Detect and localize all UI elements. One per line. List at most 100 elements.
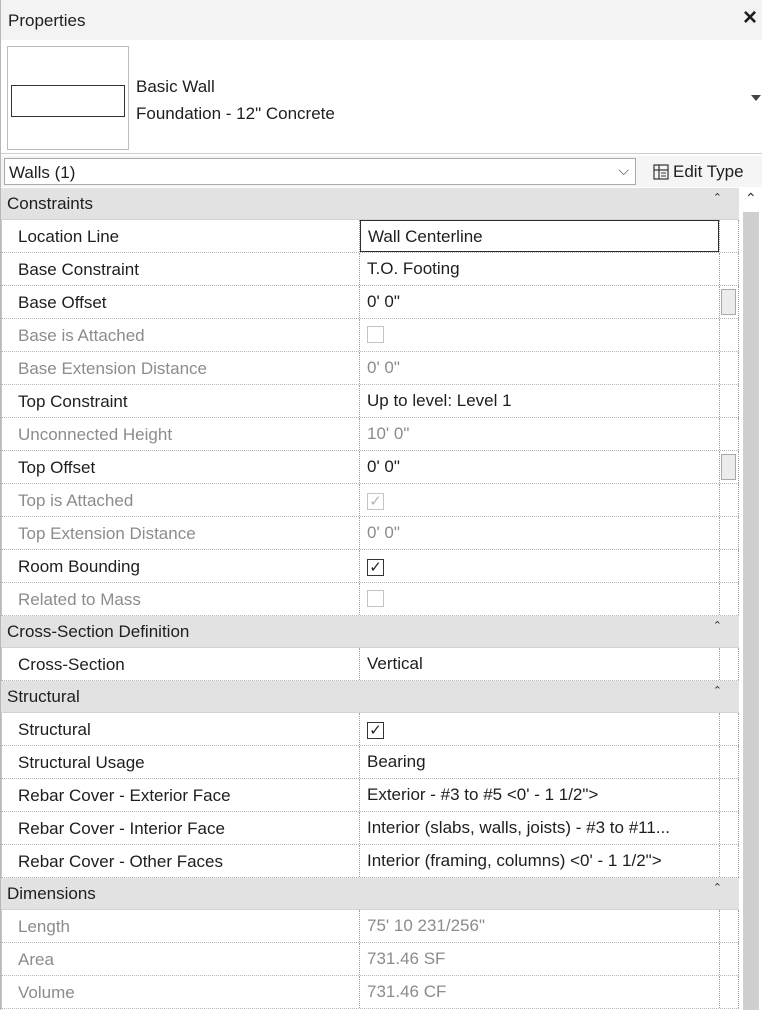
palette-title: Properties (8, 11, 86, 30)
filter-label: Walls (1) (9, 163, 76, 182)
property-row-cross-section[interactable]: Cross-Section Vertical (1, 648, 739, 681)
base-offset-value[interactable]: 0' 0" (360, 286, 719, 318)
structural-value: ✓ (360, 713, 719, 745)
section-title: Cross-Section Definition (7, 622, 190, 641)
length-value: 75' 10 231/256" (367, 916, 485, 935)
property-name: Room Bounding (1, 550, 360, 582)
collapse-icon[interactable]: ⌃ (713, 619, 722, 632)
vertical-scrollbar[interactable]: ⌃ (739, 188, 762, 1010)
section-header-structural[interactable]: Structural ⌃ (1, 681, 739, 713)
property-row-top-attached: Top is Attached ✓ (1, 484, 739, 517)
property-row-base-constraint[interactable]: Base Constraint T.O. Footing (1, 253, 739, 286)
type-name: Foundation - 12" Concrete (136, 104, 335, 123)
section-title: Dimensions (7, 884, 96, 903)
scroll-up-icon[interactable]: ⌃ (745, 190, 757, 207)
instance-filter-row: Walls (1) ⌵ Edit Type (1, 156, 762, 187)
top-extension-value: 0' 0" (367, 523, 400, 542)
property-row-structural-usage[interactable]: Structural Usage Bearing (1, 746, 739, 779)
type-selector[interactable]: Basic Wall Foundation - 12" Concrete (1, 40, 762, 154)
row-end-cell (719, 451, 739, 483)
spinner-button[interactable] (721, 289, 736, 315)
row-end-cell (719, 286, 739, 318)
row-end-cell (719, 352, 739, 384)
property-row-location-line[interactable]: Location Line Wall Centerline (1, 220, 739, 253)
cross-section-value[interactable]: Vertical (360, 648, 719, 680)
row-end-cell (719, 713, 739, 745)
close-icon[interactable]: × (743, 6, 757, 30)
volume-value: 731.46 CF (367, 982, 447, 1001)
property-row-base-offset[interactable]: Base Offset 0' 0" (1, 286, 739, 319)
property-row-rebar-exterior[interactable]: Rebar Cover - Exterior Face Exterior - #… (1, 779, 739, 812)
property-row-room-bounding[interactable]: Room Bounding ✓ (1, 550, 739, 583)
property-name: Top Offset (1, 451, 360, 483)
edit-type-label: Edit Type (673, 162, 744, 181)
structural-checkbox[interactable]: ✓ (367, 722, 384, 739)
property-name: Top is Attached (1, 484, 360, 516)
row-end-cell (719, 845, 739, 877)
property-row-top-extension: Top Extension Distance 0' 0" (1, 517, 739, 550)
rebar-other-value[interactable]: Interior (framing, columns) <0' - 1 1/2"… (360, 845, 719, 877)
property-row-rebar-other[interactable]: Rebar Cover - Other Faces Interior (fram… (1, 845, 739, 878)
property-row-length: Length 75' 10 231/256" (1, 910, 739, 943)
rebar-interior-value[interactable]: Interior (slabs, walls, joists) - #3 to … (360, 812, 719, 844)
collapse-icon[interactable]: ⌃ (713, 881, 722, 894)
property-row-base-attached: Base is Attached (1, 319, 739, 352)
room-bounding-value: ✓ (360, 550, 719, 582)
property-name: Unconnected Height (1, 418, 360, 450)
top-offset-value[interactable]: 0' 0" (360, 451, 719, 483)
property-name: Rebar Cover - Exterior Face (1, 779, 360, 811)
edit-type-icon (653, 164, 669, 185)
spinner-button[interactable] (721, 454, 736, 480)
row-end-cell (719, 779, 739, 811)
scrollbar-thumb[interactable] (743, 212, 759, 1010)
property-name: Rebar Cover - Interior Face (1, 812, 360, 844)
section-header-cross-section[interactable]: Cross-Section Definition ⌃ (1, 616, 739, 648)
row-end-cell (719, 976, 739, 1008)
property-row-structural[interactable]: Structural ✓ (1, 713, 739, 746)
title-bar[interactable]: Properties × (1, 0, 762, 41)
property-name: Rebar Cover - Other Faces (1, 845, 360, 877)
row-end-cell (719, 943, 739, 975)
family-name: Basic Wall (136, 77, 215, 96)
edit-type-button[interactable]: Edit Type (653, 162, 744, 185)
related-mass-checkbox (367, 590, 384, 607)
property-name: Structural Usage (1, 746, 360, 778)
property-name: Location Line (1, 220, 360, 252)
base-constraint-value[interactable]: T.O. Footing (360, 253, 719, 285)
property-name: Area (1, 943, 360, 975)
property-name: Base is Attached (1, 319, 360, 351)
property-name: Top Constraint (1, 385, 360, 417)
room-bounding-checkbox[interactable]: ✓ (367, 559, 384, 576)
row-end-cell (719, 550, 739, 582)
property-name: Volume (1, 976, 360, 1008)
top-constraint-value[interactable]: Up to level: Level 1 (360, 385, 719, 417)
base-attached-value (360, 319, 719, 351)
section-header-constraints[interactable]: Constraints ⌃ (1, 188, 739, 220)
unconnected-height-value: 10' 0" (367, 424, 410, 443)
property-row-top-offset[interactable]: Top Offset 0' 0" (1, 451, 739, 484)
properties-palette: Properties × Basic Wall Foundation - 12"… (0, 0, 762, 1010)
triangle-down-icon[interactable] (751, 95, 761, 101)
row-end-cell (719, 517, 739, 549)
row-end-cell (719, 812, 739, 844)
collapse-icon[interactable]: ⌃ (713, 684, 722, 697)
property-row-volume: Volume 731.46 CF (1, 976, 739, 1009)
location-line-select[interactable]: Wall Centerline (360, 220, 719, 252)
rebar-exterior-value[interactable]: Exterior - #3 to #5 <0' - 1 1/2"> (360, 779, 719, 811)
row-end-cell (719, 648, 739, 680)
property-row-top-constraint[interactable]: Top Constraint Up to level: Level 1 (1, 385, 739, 418)
chevron-down-icon[interactable]: ⌵ (618, 162, 629, 179)
property-name: Base Offset (1, 286, 360, 318)
wall-preview-icon (11, 85, 125, 117)
row-end-cell (719, 910, 739, 942)
property-row-unconnected-height: Unconnected Height 10' 0" (1, 418, 739, 451)
instance-filter-dropdown[interactable]: Walls (1) ⌵ (4, 158, 636, 185)
section-header-dimensions[interactable]: Dimensions ⌃ (1, 878, 739, 910)
property-row-rebar-interior[interactable]: Rebar Cover - Interior Face Interior (sl… (1, 812, 739, 845)
collapse-icon[interactable]: ⌃ (713, 191, 722, 204)
base-extension-value: 0' 0" (367, 358, 400, 377)
row-end-cell (719, 319, 739, 351)
property-name: Cross-Section (1, 648, 360, 680)
structural-usage-value[interactable]: Bearing (360, 746, 719, 778)
section-title: Constraints (7, 194, 93, 213)
